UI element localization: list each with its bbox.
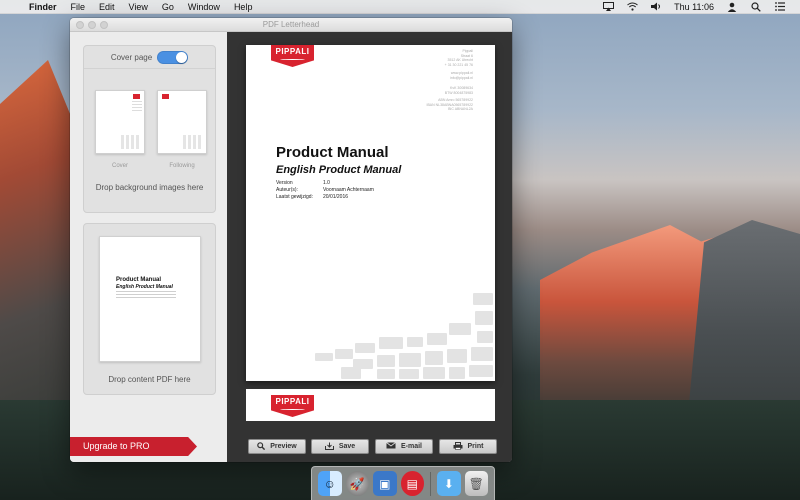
bottom-toolbar: Preview Save E-mail Print <box>227 436 512 462</box>
menu-help[interactable]: Help <box>227 0 260 14</box>
meta-value: 1.0 <box>323 180 330 186</box>
following-background-thumbnail[interactable] <box>157 90 207 154</box>
following-thumbnail-label: Following <box>169 163 195 169</box>
thumb-address-lines <box>132 101 142 113</box>
address-block-1: Pippali Straat 6 3512 AK Utrecht + 31 30… <box>445 49 473 67</box>
trash-icon[interactable]: 🗑 <box>464 471 489 496</box>
dock: ☺ 🚀 ▣ ▤ ⬇ 🗑 <box>311 466 495 500</box>
address-block-4: ABN Amro 565789922 IBAN NL38ABNA05657899… <box>426 98 473 112</box>
menu-file[interactable]: File <box>64 0 93 14</box>
letterhead-decoration <box>293 293 493 379</box>
address-line: BTW 8004875983 <box>444 90 473 95</box>
close-window-button[interactable] <box>76 21 84 29</box>
cover-background-thumbnail[interactable] <box>95 90 145 154</box>
content-thumb-subtitle: English Product Manual <box>116 284 173 290</box>
pdf-letterhead-window: PDF Letterhead Cover page Cover Followin… <box>70 18 512 462</box>
document-title: Product Manual <box>276 144 389 161</box>
content-thumb-title: Product Manual <box>116 277 162 283</box>
preview-page-1: PIPPALI Pippali Straat 6 3512 AK Utrecht… <box>246 45 495 381</box>
print-button[interactable]: Print <box>439 439 497 454</box>
user-icon[interactable] <box>726 2 738 12</box>
print-button-label: Print <box>467 443 484 450</box>
menu-view[interactable]: View <box>122 0 155 14</box>
meta-value: Voornaam Achternaam <box>323 187 374 193</box>
cover-page-label: Cover page <box>110 52 153 62</box>
email-button-label: E-mail <box>400 443 422 450</box>
pippali-logo: PIPPALI <box>271 45 314 67</box>
document-meta-row: Version 1.0 <box>276 180 330 186</box>
airplay-icon[interactable] <box>602 2 614 12</box>
menu-edit[interactable]: Edit <box>92 0 122 14</box>
meta-value: 20/01/2016 <box>323 194 349 200</box>
preview-page-2: PIPPALI <box>246 389 495 421</box>
document-meta-row: Laatst gewijzigd: 20/01/2016 <box>276 194 348 200</box>
preview-button-label: Preview <box>270 443 297 450</box>
preview-area[interactable]: PIPPALI Pippali Straat 6 3512 AK Utrecht… <box>227 32 512 462</box>
cover-thumbnail-label: Cover <box>111 163 128 169</box>
downloads-folder-icon[interactable]: ⬇ <box>437 471 461 496</box>
address-block-3: KvK 30089634 BTW 8004875983 <box>445 86 473 95</box>
address-line: 3512 AK Utrecht <box>447 58 474 62</box>
content-pdf-thumbnail[interactable]: Product Manual English Product Manual <box>99 236 201 362</box>
save-tray-icon <box>324 442 334 452</box>
dock-separator <box>430 471 431 496</box>
envelope-icon <box>386 442 396 451</box>
pippali-logo-text: PIPPALI <box>275 47 310 56</box>
thumb-logo <box>162 94 169 99</box>
sidebar: Cover page Cover Following Drop backgrou… <box>70 32 227 462</box>
meta-key: Laatst gewijzigd: <box>276 194 313 200</box>
save-button[interactable]: Save <box>311 439 369 454</box>
background-drop-zone[interactable]: Cover page Cover Following Drop backgrou… <box>83 45 216 213</box>
preview-app-icon[interactable]: ▣ <box>373 471 397 496</box>
menu-go[interactable]: Go <box>155 0 181 14</box>
thumb-decoration <box>121 135 141 149</box>
save-button-label: Save <box>338 443 356 450</box>
zoom-window-button[interactable] <box>100 21 108 29</box>
menu-bar-status: Thu 11:06 <box>596 2 800 12</box>
launchpad-icon[interactable]: 🚀 <box>345 471 370 496</box>
cover-page-row: Cover page <box>84 46 215 69</box>
thumb-logo <box>133 94 140 99</box>
printer-icon <box>453 441 463 452</box>
pippali-logo: PIPPALI <box>271 395 314 417</box>
address-line: info@pippali.nl <box>449 75 473 80</box>
thumb-decoration <box>183 135 203 149</box>
email-button[interactable]: E-mail <box>375 439 433 454</box>
window-titlebar[interactable]: PDF Letterhead <box>70 18 512 32</box>
window-title: PDF Letterhead <box>262 20 320 29</box>
menu-window[interactable]: Window <box>181 0 227 14</box>
document-subtitle: English Product Manual <box>276 164 402 176</box>
address-block-2: www.pippali.nl info@pippali.nl <box>450 71 473 80</box>
magnifier-icon <box>257 441 266 452</box>
wifi-icon[interactable] <box>626 2 638 12</box>
address-line: www.pippali.nl <box>450 71 473 75</box>
address-line: + 31 30 221 45 76 <box>444 62 473 67</box>
volume-icon[interactable] <box>650 2 662 12</box>
logo-swoosh <box>280 409 305 411</box>
spotlight-search-icon[interactable] <box>750 1 762 12</box>
content-drop-zone[interactable]: Product Manual English Product Manual Dr… <box>83 223 216 395</box>
notification-center-icon[interactable] <box>774 2 786 12</box>
address-line: BIC ABNANL2A <box>448 107 473 111</box>
finder-icon[interactable]: ☺ <box>318 471 342 496</box>
preview-button[interactable]: Preview <box>248 439 306 454</box>
upgrade-to-pro-button[interactable]: Upgrade to PRO <box>70 437 197 456</box>
drop-background-label: Drop background images here <box>95 183 204 192</box>
meta-key: Version <box>276 180 293 186</box>
pdf-letterhead-icon[interactable]: ▤ <box>400 471 425 496</box>
content-thumb-meta <box>116 291 176 299</box>
logo-swoosh <box>280 59 305 61</box>
cover-page-toggle[interactable] <box>157 50 189 64</box>
pippali-logo-text: PIPPALI <box>275 397 310 406</box>
menu-bar: Finder File Edit View Go Window Help Thu… <box>0 0 800 14</box>
meta-key: Auteur(s): <box>276 187 298 193</box>
drop-content-label: Drop content PDF here <box>108 375 191 384</box>
menu-finder[interactable]: Finder <box>22 0 64 14</box>
menu-bar-clock[interactable]: Thu 11:06 <box>668 2 720 12</box>
document-meta-row: Auteur(s): Voornaam Achternaam <box>276 187 374 193</box>
minimize-window-button[interactable] <box>88 21 96 29</box>
